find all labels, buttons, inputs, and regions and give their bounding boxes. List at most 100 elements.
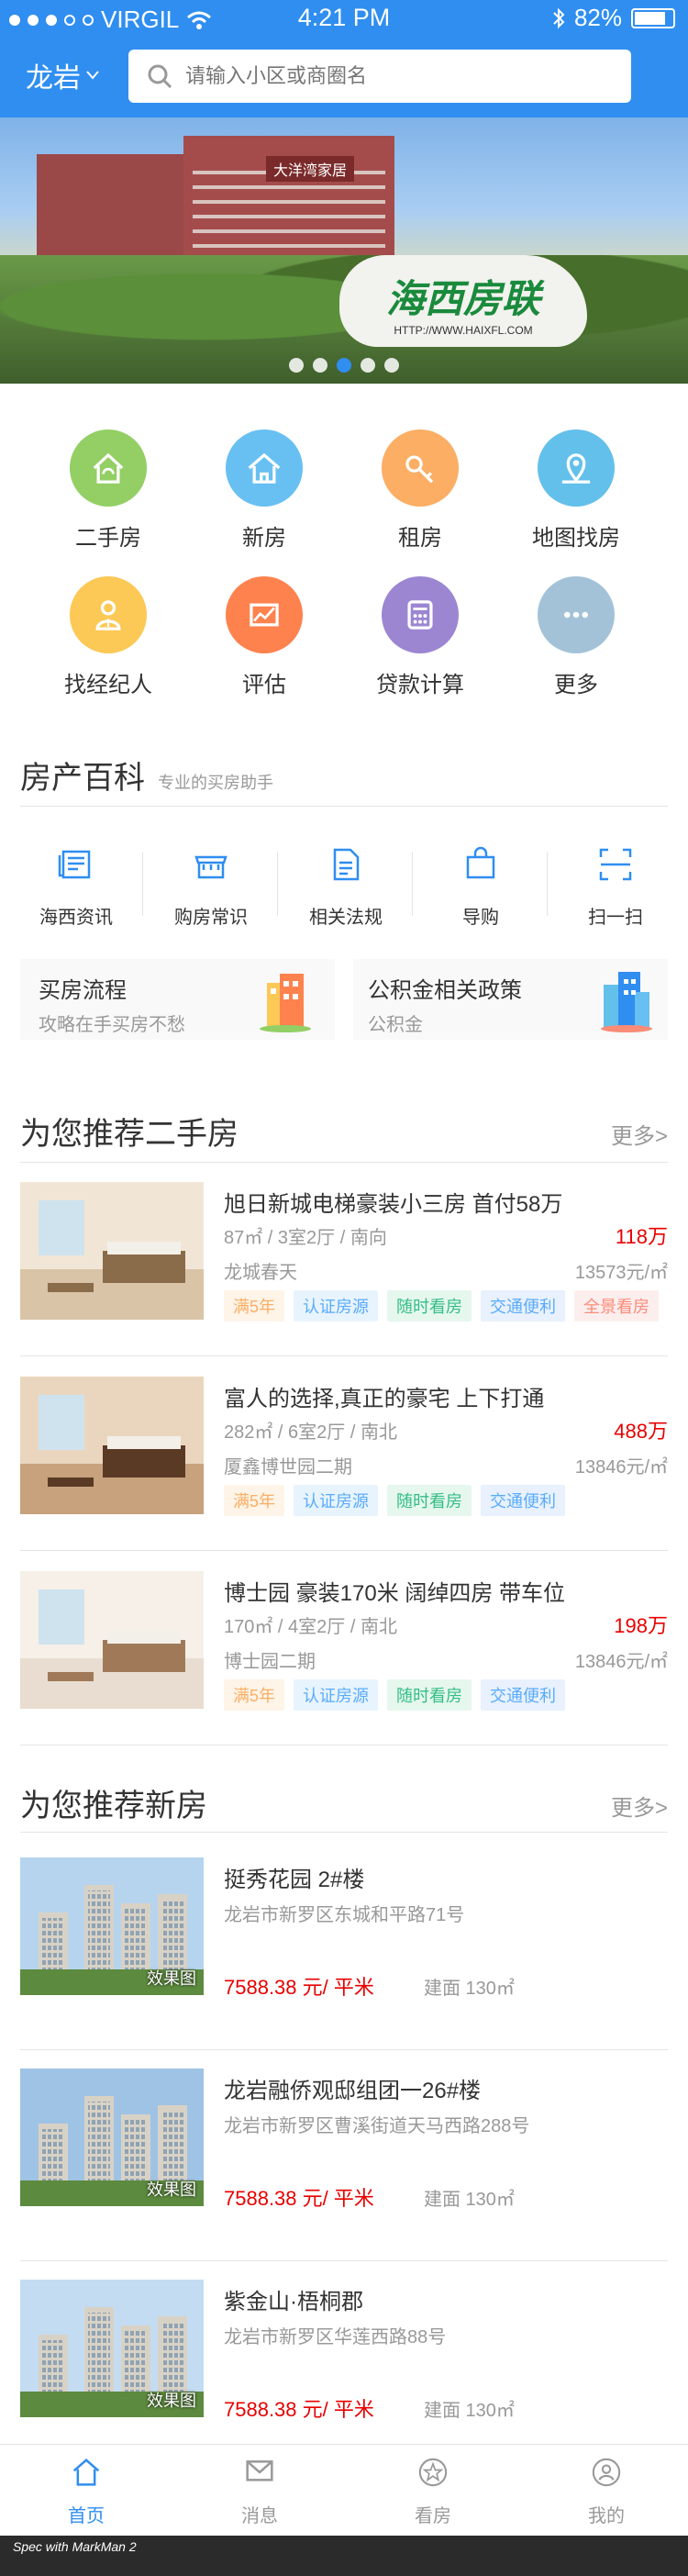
housing-fund-card[interactable]: 公积金相关政策 公积金 bbox=[353, 959, 668, 1040]
listing-title: 旭日新城电梯豪装小三房 首付58万 bbox=[224, 1192, 563, 1217]
grid-item-1[interactable]: 新房 bbox=[186, 429, 342, 552]
tab-home[interactable]: 首页 bbox=[31, 2454, 141, 2527]
grid-item-5[interactable]: 评估 bbox=[186, 576, 342, 698]
new-house-more-link[interactable]: 更多> bbox=[611, 1790, 668, 1822]
second-hand-item[interactable]: 旭日新城电梯豪装小三房 首付58万 87㎡ / 3室2厅 / 南向 118万 龙… bbox=[20, 1182, 668, 1356]
tool-separator bbox=[547, 852, 548, 916]
banner-logo-url: HTTP://WWW.HAIXFL.COM bbox=[394, 324, 533, 337]
divider bbox=[20, 2049, 668, 2050]
search-input[interactable] bbox=[185, 64, 589, 88]
tool-separator bbox=[277, 852, 278, 916]
listing-photo: 效果图 bbox=[20, 2069, 204, 2206]
listing-info: 87㎡ / 3室2厅 / 南向 bbox=[224, 1228, 387, 1248]
listing-title: 富人的选择,真正的豪宅 上下打通 bbox=[224, 1387, 545, 1411]
scan-icon bbox=[547, 842, 684, 891]
project-address: 龙岩市新罗区东城和平路71号 bbox=[224, 1905, 465, 1925]
feature-tag: 全景看房 bbox=[574, 1290, 660, 1321]
tab-label: 我的 bbox=[588, 2506, 625, 2526]
tab-user[interactable]: 我的 bbox=[551, 2454, 661, 2527]
banner-dot[interactable] bbox=[384, 358, 399, 373]
battery-icon bbox=[631, 7, 675, 28]
tool-item-label: 相关法规 bbox=[309, 908, 383, 928]
purchase-process-card[interactable]: 买房流程 攻略在手买房不愁 bbox=[20, 959, 335, 1040]
render-badge: 效果图 bbox=[147, 2392, 196, 2410]
grid-item-label: 新房 bbox=[242, 526, 286, 551]
second-hand-title: 为您推荐二手房 bbox=[20, 1117, 239, 1152]
bluetooth-icon bbox=[553, 7, 565, 28]
project-title: 龙岩融侨观邸组团一26#楼 bbox=[224, 2079, 482, 2103]
new-house-item[interactable]: 效果图 龙岩融侨观邸组团一26#楼 龙岩市新罗区曹溪街道天马西路288号 758… bbox=[20, 2069, 668, 2261]
listing-price: 488万 bbox=[614, 1420, 668, 1443]
banner-dot[interactable] bbox=[361, 358, 375, 373]
project-address: 龙岩市新罗区华莲西路88号 bbox=[224, 2327, 447, 2347]
card-subtitle: 公积金 bbox=[368, 1015, 423, 1035]
listing-price: 118万 bbox=[615, 1225, 668, 1248]
second-hand-item[interactable]: 博士园 豪装170米 阔绰四房 带车位 170㎡ / 4室2厅 / 南北 198… bbox=[20, 1571, 668, 1745]
city-selector[interactable]: 龙岩 bbox=[26, 55, 99, 95]
grid-item-4[interactable]: 找经纪人 bbox=[30, 576, 186, 698]
search-icon bbox=[148, 64, 172, 89]
tab-label: 首页 bbox=[68, 2506, 105, 2526]
second-hand-item[interactable]: 富人的选择,真正的豪宅 上下打通 282㎡ / 6室2厅 / 南北 488万 厦… bbox=[20, 1377, 668, 1551]
chevron-down-icon bbox=[86, 71, 99, 80]
listing-photo: 效果图 bbox=[20, 2280, 204, 2417]
project-title: 挺秀花园 2#楼 bbox=[224, 1868, 365, 1892]
grid-item-7[interactable]: 更多 bbox=[498, 576, 654, 698]
listing-info: 282㎡ / 6室2厅 / 南北 bbox=[224, 1422, 397, 1443]
grid-item-0[interactable]: 二手房 bbox=[30, 429, 186, 552]
divider bbox=[20, 806, 668, 807]
grid-item-2[interactable]: 租房 bbox=[342, 429, 498, 552]
divider bbox=[20, 1832, 668, 1833]
tab-label: 看房 bbox=[415, 2506, 451, 2526]
banner-dot-active[interactable] bbox=[337, 358, 351, 373]
agent-icon bbox=[70, 576, 147, 653]
calculator-icon bbox=[382, 576, 459, 653]
footer-text: Spec with MarkMan 2 bbox=[13, 2539, 137, 2554]
encyclopedia-subtitle: 专业的买房助手 bbox=[158, 774, 273, 792]
tool-item-4[interactable]: 扫一扫 bbox=[547, 842, 684, 929]
grid-item-3[interactable]: 地图找房 bbox=[498, 429, 654, 552]
feature-tag: 满5年 bbox=[224, 1679, 285, 1711]
house-refresh-icon bbox=[70, 429, 147, 507]
second-hand-more-link[interactable]: 更多> bbox=[611, 1118, 668, 1150]
grid-item-label: 贷款计算 bbox=[376, 673, 464, 697]
new-house-title: 为您推荐新房 bbox=[20, 1789, 207, 1823]
listing-community: 厦鑫博世园二期 bbox=[224, 1457, 352, 1478]
star-icon bbox=[378, 2454, 488, 2495]
spec-footer: Spec with MarkMan 2 bbox=[0, 2536, 688, 2576]
document-icon bbox=[277, 842, 415, 891]
encyclopedia-header: 房产百科 专业的买房助手 bbox=[20, 753, 273, 797]
grid-item-label: 地图找房 bbox=[532, 526, 620, 551]
feature-tag: 随时看房 bbox=[387, 1485, 472, 1516]
tool-item-label: 扫一扫 bbox=[588, 908, 643, 928]
tab-message[interactable]: 消息 bbox=[205, 2454, 315, 2527]
search-box[interactable] bbox=[128, 50, 631, 103]
feature-tag: 交通便利 bbox=[481, 1679, 566, 1711]
status-bar: VIRGIL 4:21 PM 82% bbox=[0, 0, 688, 37]
tool-item-0[interactable]: 海西资讯 bbox=[7, 842, 145, 929]
tool-item-3[interactable]: 导购 bbox=[412, 842, 549, 929]
bag-icon bbox=[412, 842, 549, 891]
divider bbox=[20, 1355, 668, 1356]
tool-item-2[interactable]: 相关法规 bbox=[277, 842, 415, 929]
tool-item-label: 海西资讯 bbox=[39, 908, 113, 928]
tab-star[interactable]: 看房 bbox=[378, 2454, 488, 2527]
banner-dot[interactable] bbox=[313, 358, 327, 373]
tab-label: 消息 bbox=[241, 2506, 278, 2526]
project-price: 7588.38 元/ 平米 bbox=[224, 1976, 374, 1999]
key-icon bbox=[382, 429, 459, 507]
feature-tag: 随时看房 bbox=[387, 1290, 472, 1321]
grid-item-label: 评估 bbox=[242, 673, 286, 697]
bottom-tab-bar: 首页 消息 看房 我的 bbox=[0, 2444, 688, 2534]
banner-carousel[interactable]: 大洋湾家居 海西房联 HTTP://WWW.HAIXFL.COM bbox=[0, 117, 688, 384]
tool-item-1[interactable]: 购房常识 bbox=[142, 842, 280, 929]
project-title: 紫金山·梧桐郡 bbox=[224, 2290, 363, 2314]
house-icon bbox=[226, 429, 303, 507]
listing-price: 198万 bbox=[614, 1614, 668, 1637]
feature-tag: 交通便利 bbox=[481, 1485, 566, 1516]
new-house-item[interactable]: 效果图 挺秀花园 2#楼 龙岩市新罗区东城和平路71号 7588.38 元/ 平… bbox=[20, 1857, 668, 2050]
grid-item-6[interactable]: 贷款计算 bbox=[342, 576, 498, 698]
feature-tag: 认证房源 bbox=[294, 1290, 379, 1321]
city-label: 龙岩 bbox=[26, 63, 81, 94]
banner-dot[interactable] bbox=[289, 358, 304, 373]
